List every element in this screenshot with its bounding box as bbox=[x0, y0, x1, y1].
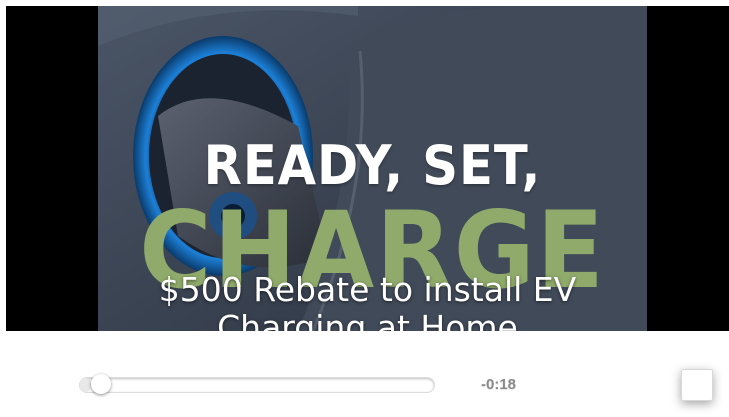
progress-thumb[interactable] bbox=[90, 374, 111, 394]
video-player: READY, SET, CHARGE $500 Rebate to instal… bbox=[0, 0, 729, 417]
video-caption: $500 Rebate to install EV Charging at Ho… bbox=[6, 270, 729, 332]
video-headline: READY, SET, bbox=[203, 134, 542, 197]
progress-bar[interactable] bbox=[80, 374, 434, 394]
fullscreen-button[interactable] bbox=[681, 369, 713, 401]
player-controls: -0:18 bbox=[0, 331, 729, 417]
caption-line-2: Charging at Home bbox=[217, 308, 518, 332]
time-remaining: -0:18 bbox=[481, 376, 517, 393]
video-frame[interactable]: READY, SET, CHARGE $500 Rebate to instal… bbox=[6, 6, 729, 331]
caption-line-1: $500 Rebate to install EV bbox=[158, 270, 577, 309]
progress-fill bbox=[80, 378, 91, 392]
